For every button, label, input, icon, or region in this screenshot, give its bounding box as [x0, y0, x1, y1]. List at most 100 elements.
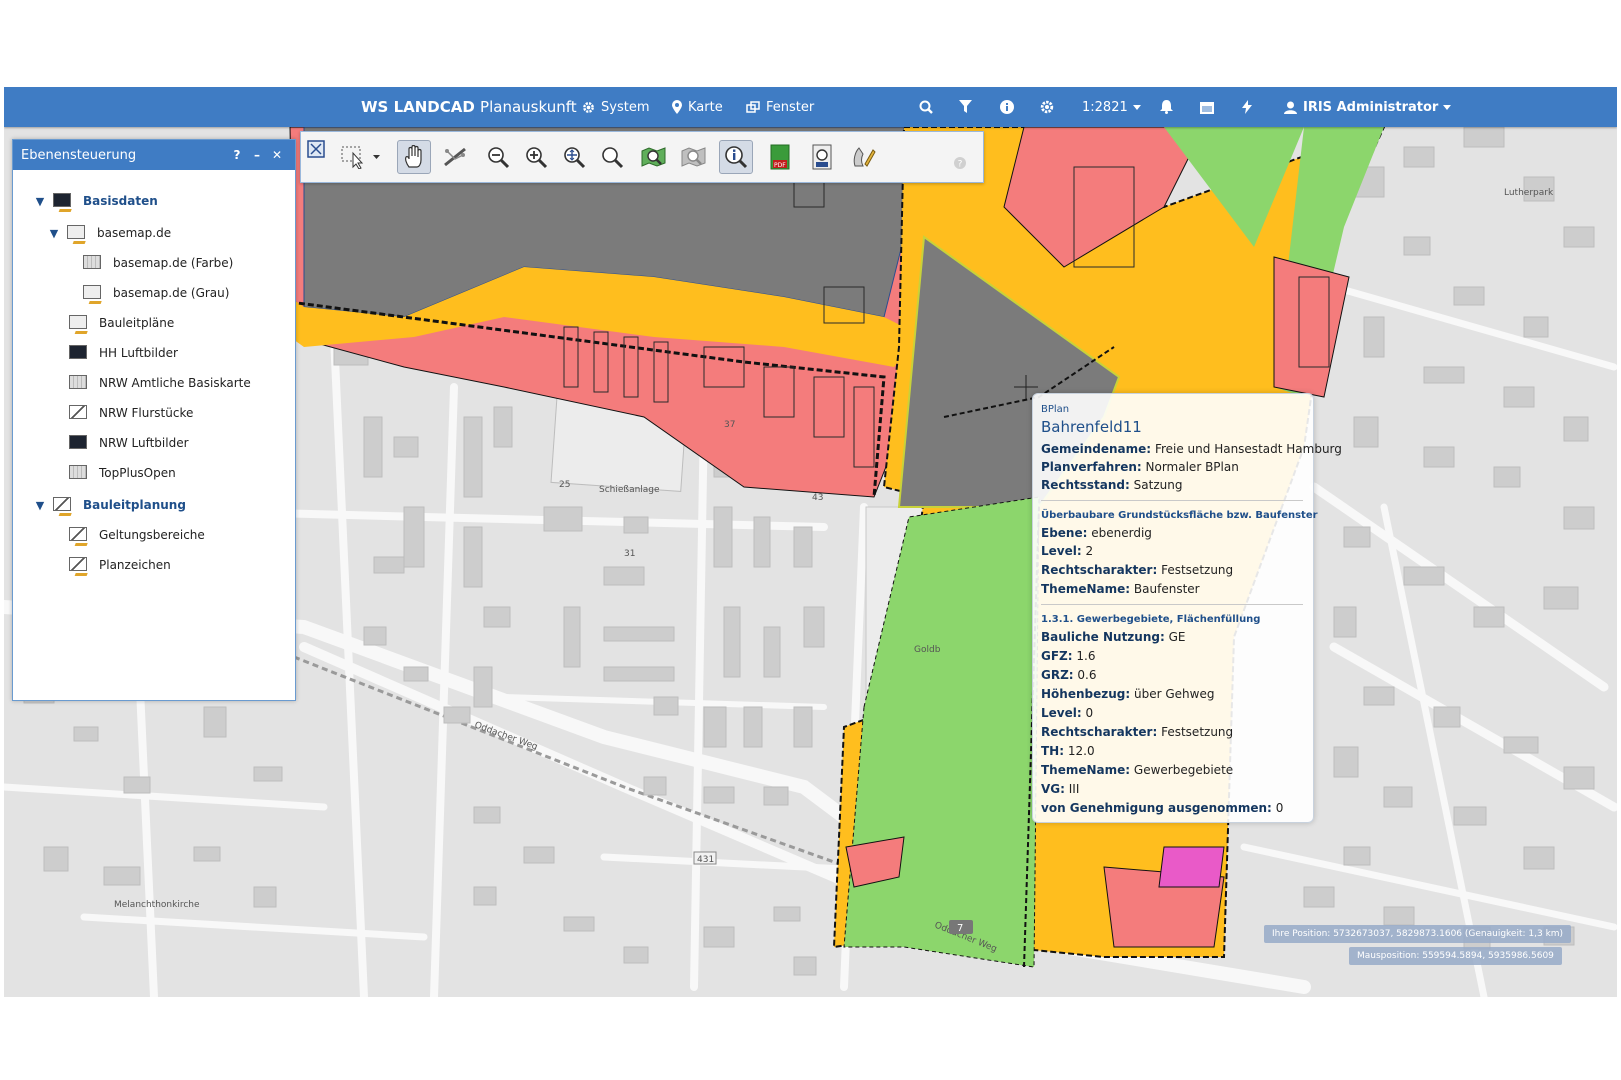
- your-position-status: Ihre Position: 5732673037, 5829873.1606 …: [1264, 925, 1572, 943]
- map-label-road-number: 431: [697, 855, 714, 865]
- popup-attribute: Höhenbezug: über Gehweg: [1041, 687, 1215, 701]
- popup-attribute: Gemeindename: Freie und Hansestadt Hambu…: [1041, 442, 1342, 456]
- layer-icon: [69, 405, 91, 421]
- layer-label: basemap.de (Grau): [113, 286, 230, 300]
- top-navigation-bar: WS LANDCAD Planauskunft System Karte Fen…: [4, 87, 1617, 127]
- layer-label: Bauleitpläne: [99, 316, 175, 330]
- map-zoom-icon: [681, 147, 706, 167]
- info-magnifier-icon: [725, 146, 748, 169]
- layer-group-basisdaten[interactable]: ▼ Basisdaten: [33, 186, 158, 216]
- popup-attribute: ThemeName: Gewerbegebiete: [1041, 763, 1234, 777]
- layer-group-bauleitplanung[interactable]: ▼ Bauleitplanung: [33, 490, 186, 520]
- popup-section-title: 1.3.1. Gewerbegebiete, Flächenfüllung: [1041, 614, 1261, 625]
- caret-down-icon: [1132, 104, 1141, 110]
- layer-group-icon: [53, 497, 76, 516]
- menu-fenster-label: Fenster: [766, 99, 815, 115]
- map-label-goldbek: Goldb: [914, 645, 941, 655]
- layer-item-basemap-farbe[interactable]: basemap.de (Farbe): [83, 248, 233, 278]
- toolbar-toggle-button[interactable]: [303, 136, 329, 162]
- search-button[interactable]: [919, 87, 939, 127]
- map-zoom-icon: [641, 147, 666, 167]
- close-icon[interactable]: ✕: [267, 148, 287, 162]
- layer-icon: [83, 285, 106, 304]
- layer-item-nrw-flurstuecke[interactable]: NRW Flurstücke: [69, 398, 193, 428]
- filter-button[interactable]: [959, 87, 978, 127]
- layer-group-basemap[interactable]: ▼ basemap.de: [47, 218, 171, 248]
- layer-icon: [69, 435, 91, 451]
- zoom-to-layer-button[interactable]: [637, 140, 671, 174]
- toolbar-help-button[interactable]: ?: [953, 156, 967, 170]
- zoom-out-icon: [488, 147, 510, 169]
- popup-attribute: Rechtscharakter: Festsetzung: [1041, 725, 1234, 739]
- app-window: Schießanlage Oddacher Weg Oddacher Weg M…: [4, 87, 1617, 997]
- select-tool-button[interactable]: [337, 140, 371, 174]
- zoom-in-button[interactable]: [519, 140, 553, 174]
- windows-icon: [746, 101, 760, 113]
- export-button[interactable]: [805, 140, 839, 174]
- brand-product: Planauskunft: [480, 98, 577, 116]
- layer-label: NRW Flurstücke: [99, 406, 194, 420]
- menu-fenster[interactable]: Fenster: [746, 87, 814, 127]
- zoom-full-button[interactable]: [595, 140, 629, 174]
- popup-divider: [1041, 604, 1303, 605]
- scale-dropdown[interactable]: 1:2821: [1082, 87, 1141, 127]
- layer-item-hh-luftbilder[interactable]: HH Luftbilder: [69, 338, 178, 368]
- scale-value: 1:2821: [1082, 99, 1128, 115]
- layer-icon: [83, 255, 105, 271]
- svg-text:PDF: PDF: [774, 162, 786, 169]
- layer-item-nrw-basiskarte[interactable]: NRW Amtliche Basiskarte: [69, 368, 251, 398]
- measure-tool-button[interactable]: [439, 140, 473, 174]
- layer-item-bauleitplaene[interactable]: Bauleitpläne: [69, 308, 174, 338]
- pencil-icon: [853, 147, 876, 167]
- notifications-button[interactable]: [1160, 87, 1179, 127]
- zoom-out-button[interactable]: [481, 140, 515, 174]
- measure-icon: [444, 147, 466, 167]
- layer-label: basemap.de (Farbe): [113, 256, 234, 270]
- map-toolbar: PDF ?: [300, 131, 984, 183]
- layer-icon: [69, 375, 91, 391]
- popup-attribute: GFZ: 1.6: [1041, 649, 1096, 663]
- popup-attribute: von Genehmigung ausgenommen: 0: [1041, 801, 1284, 815]
- menu-karte[interactable]: Karte: [672, 87, 723, 127]
- layer-panel-header[interactable]: Ebenensteuerung ? – ✕: [13, 140, 295, 170]
- menu-system[interactable]: System: [582, 87, 649, 127]
- settings-button[interactable]: [1040, 87, 1060, 127]
- select-tool-dropdown[interactable]: [369, 140, 383, 174]
- pan-tool-button[interactable]: [397, 140, 431, 174]
- info-button[interactable]: [1000, 87, 1020, 127]
- feature-info-button[interactable]: [719, 140, 753, 174]
- popup-attribute: ThemeName: Baufenster: [1041, 582, 1200, 596]
- feature-info-popup: BPlan Bahrenfeld11 Gemeindename: Freie u…: [1032, 393, 1342, 823]
- chevron-down-icon[interactable]: ▼: [47, 227, 61, 240]
- calendar-button[interactable]: [1200, 87, 1220, 127]
- layer-item-topplusopen[interactable]: TopPlusOpen: [69, 458, 176, 488]
- lightning-icon: [1242, 100, 1252, 114]
- layer-label: HH Luftbilder: [99, 346, 178, 360]
- layer-item-planzeichen[interactable]: Planzeichen: [69, 550, 171, 580]
- user-menu[interactable]: IRIS Administrator: [1284, 87, 1452, 127]
- menu-system-label: System: [601, 99, 650, 115]
- layer-item-nrw-luftbilder[interactable]: NRW Luftbilder: [69, 428, 189, 458]
- layer-icon: [69, 557, 92, 576]
- app-brand[interactable]: WS LANDCAD Planauskunft: [361, 87, 577, 127]
- gear-icon: [583, 101, 594, 113]
- gear-icon: [1040, 100, 1054, 114]
- quick-action-button[interactable]: [1242, 87, 1258, 127]
- zoom-box-button[interactable]: [557, 140, 591, 174]
- map-label-school: Schießanlage: [599, 485, 660, 495]
- popup-attribute: Rechtsstand: Satzung: [1041, 478, 1183, 492]
- brand-name: WS LANDCAD: [361, 98, 475, 116]
- map-label-house-number: 43: [812, 493, 823, 503]
- minimize-icon[interactable]: –: [247, 148, 267, 162]
- zoom-previous-button[interactable]: [677, 140, 711, 174]
- chevron-down-icon[interactable]: ▼: [33, 195, 47, 208]
- layer-item-basemap-grau[interactable]: basemap.de (Grau): [83, 278, 229, 308]
- popup-attribute: Ebene: ebenerdig: [1041, 526, 1152, 540]
- layer-icon: [69, 315, 92, 334]
- chevron-down-icon[interactable]: ▼: [33, 499, 47, 512]
- redline-tool-button[interactable]: [847, 140, 881, 174]
- layer-item-geltungsbereiche[interactable]: Geltungsbereiche: [69, 520, 205, 550]
- help-icon[interactable]: ?: [227, 148, 247, 162]
- layer-group-icon: [53, 193, 76, 212]
- print-pdf-button[interactable]: PDF: [763, 140, 797, 174]
